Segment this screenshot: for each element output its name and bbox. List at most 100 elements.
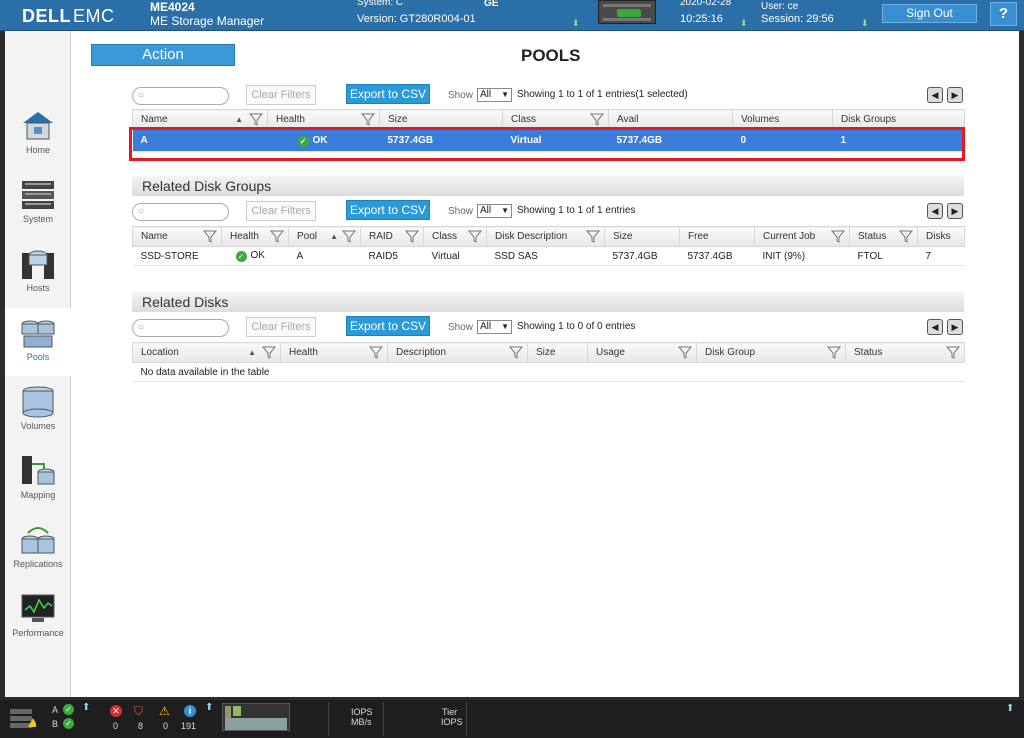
col-disks[interactable]: Disks	[917, 226, 965, 247]
filter-icon[interactable]	[827, 346, 841, 359]
disk-groups-prev-page-button[interactable]: ◀	[927, 203, 943, 219]
cell-pool: A	[288, 246, 361, 266]
disks-search-input[interactable]: ○	[132, 319, 229, 337]
controller-b-ok-icon[interactable]: ✓	[63, 718, 74, 729]
col-name[interactable]: Name ▲	[132, 109, 268, 130]
system-label[interactable]: System: C	[357, 0, 403, 8]
col-volumes[interactable]: Volumes	[732, 109, 833, 130]
filter-icon[interactable]	[678, 346, 692, 359]
pools-prev-page-button[interactable]: ◀	[927, 87, 943, 103]
pools-entries-info: Showing 1 to 1 of 1 entries(1 selected)	[517, 89, 688, 100]
sort-asc-icon[interactable]: ▲	[235, 115, 243, 124]
storage-status-icon[interactable]	[10, 708, 36, 728]
pools-search-input[interactable]: ○	[132, 87, 229, 105]
sidebar-item-volumes[interactable]: Volumes	[5, 377, 71, 445]
cell-health: ✓ OK	[221, 246, 289, 266]
sidebar-item-hosts[interactable]: Hosts	[5, 239, 71, 307]
info-icon[interactable]: i	[184, 705, 196, 717]
pools-show-select[interactable]: All ▼	[477, 88, 512, 102]
disks-show-label: Show	[448, 322, 474, 333]
filter-icon[interactable]	[361, 113, 375, 126]
filter-icon[interactable]	[262, 346, 276, 359]
error-icon[interactable]: ⛉	[134, 704, 143, 719]
col-status[interactable]: Status	[849, 226, 918, 247]
sidebar-item-performance[interactable]: Performance	[5, 584, 71, 652]
disks-show-select[interactable]: All ▼	[477, 320, 512, 334]
filter-icon[interactable]	[946, 346, 960, 359]
filter-icon[interactable]	[899, 230, 913, 243]
disk-groups-search-input[interactable]: ○	[132, 203, 229, 221]
cell-raid: RAID5	[360, 246, 424, 266]
enclosure-icon[interactable]	[598, 0, 656, 24]
col-class[interactable]: Class	[502, 109, 609, 130]
user-dropdown-arrow-icon[interactable]: ⬇	[861, 18, 869, 29]
col-description[interactable]: Description	[387, 342, 528, 363]
datetime-dropdown-arrow-icon[interactable]: ⬇	[740, 18, 748, 29]
filter-icon[interactable]	[468, 230, 482, 243]
home-icon	[23, 112, 53, 140]
sign-out-button[interactable]: Sign Out	[882, 4, 977, 23]
pools-export-csv-button[interactable]: Export to CSV	[346, 84, 430, 104]
filter-icon[interactable]	[509, 346, 523, 359]
col-avail[interactable]: Avail	[608, 109, 733, 130]
status-bar-up-arrow-icon[interactable]: ⬆	[1006, 703, 1014, 714]
col-status[interactable]: Status	[845, 342, 965, 363]
help-button[interactable]: ?	[990, 2, 1017, 26]
disks-clear-filters-button[interactable]: Clear Filters	[246, 317, 316, 337]
ok-check-icon: ✓	[235, 251, 247, 262]
sidebar-item-replications[interactable]: Replications	[5, 515, 71, 583]
disk-groups-export-csv-button[interactable]: Export to CSV	[346, 200, 430, 220]
col-location[interactable]: Location ▲	[132, 342, 281, 363]
filter-icon[interactable]	[249, 113, 263, 126]
filter-icon[interactable]	[270, 230, 284, 243]
disks-prev-page-button[interactable]: ◀	[927, 319, 943, 335]
filter-icon[interactable]	[405, 230, 419, 243]
col-health[interactable]: Health	[267, 109, 380, 130]
col-disk-description[interactable]: Disk Description	[486, 226, 605, 247]
disks-next-page-button[interactable]: ▶	[947, 319, 963, 335]
capacity-gauge[interactable]	[222, 703, 290, 731]
col-name[interactable]: Name	[132, 226, 222, 247]
disk-groups-next-page-button[interactable]: ▶	[947, 203, 963, 219]
filter-icon[interactable]	[586, 230, 600, 243]
col-current-job[interactable]: Current Job	[754, 226, 850, 247]
controllers-up-arrow-icon[interactable]: ⬆	[82, 702, 90, 713]
warning-icon[interactable]: ⚠	[159, 704, 170, 718]
disk-groups-show-select[interactable]: All ▼	[477, 204, 512, 218]
filter-icon[interactable]	[203, 230, 217, 243]
col-disk-groups[interactable]: Disk Groups	[832, 109, 965, 130]
pools-clear-filters-button[interactable]: Clear Filters	[246, 85, 316, 105]
col-pool[interactable]: Pool ▲	[288, 226, 361, 247]
table-row[interactable]: A ✓ OK 5737.4GB Virtual 5737.4GB 0 1	[132, 129, 965, 152]
disk-groups-clear-filters-button[interactable]: Clear Filters	[246, 201, 316, 221]
col-class[interactable]: Class	[423, 226, 487, 247]
critical-icon[interactable]: ✕	[110, 705, 122, 717]
filter-icon[interactable]	[369, 346, 383, 359]
sort-asc-icon[interactable]: ▲	[248, 348, 256, 357]
sidebar-item-system[interactable]: System	[5, 170, 71, 238]
system-dropdown-arrow-icon[interactable]: ⬇	[572, 18, 580, 29]
filter-icon[interactable]	[831, 230, 845, 243]
col-usage[interactable]: Usage	[587, 342, 697, 363]
col-size[interactable]: Size	[379, 109, 503, 130]
sort-asc-icon[interactable]: ▲	[330, 232, 338, 241]
events-up-arrow-icon[interactable]: ⬆	[205, 702, 213, 713]
filter-icon[interactable]	[342, 230, 356, 243]
main-panel: Action POOLS ○ Clear Filters Export to C…	[71, 31, 1019, 697]
controller-a-ok-icon[interactable]: ✓	[63, 704, 74, 715]
action-button[interactable]: Action	[91, 44, 235, 66]
sidebar-item-home[interactable]: Home	[5, 101, 71, 169]
col-disk-group[interactable]: Disk Group	[696, 342, 846, 363]
disks-export-csv-button[interactable]: Export to CSV	[346, 316, 430, 336]
col-raid[interactable]: RAID	[360, 226, 424, 247]
col-health[interactable]: Health	[280, 342, 388, 363]
col-free[interactable]: Free	[679, 226, 755, 247]
col-size[interactable]: Size	[604, 226, 680, 247]
table-row[interactable]: SSD-STORE ✓ OK A RAID5 Virtual SSD SAS 57…	[132, 246, 965, 266]
col-health[interactable]: Health	[221, 226, 289, 247]
sidebar-item-pools[interactable]: Pools	[5, 308, 71, 376]
sidebar-item-mapping[interactable]: Mapping	[5, 446, 71, 514]
pools-next-page-button[interactable]: ▶	[947, 87, 963, 103]
col-size[interactable]: Size	[527, 342, 588, 363]
filter-icon[interactable]	[590, 113, 604, 126]
